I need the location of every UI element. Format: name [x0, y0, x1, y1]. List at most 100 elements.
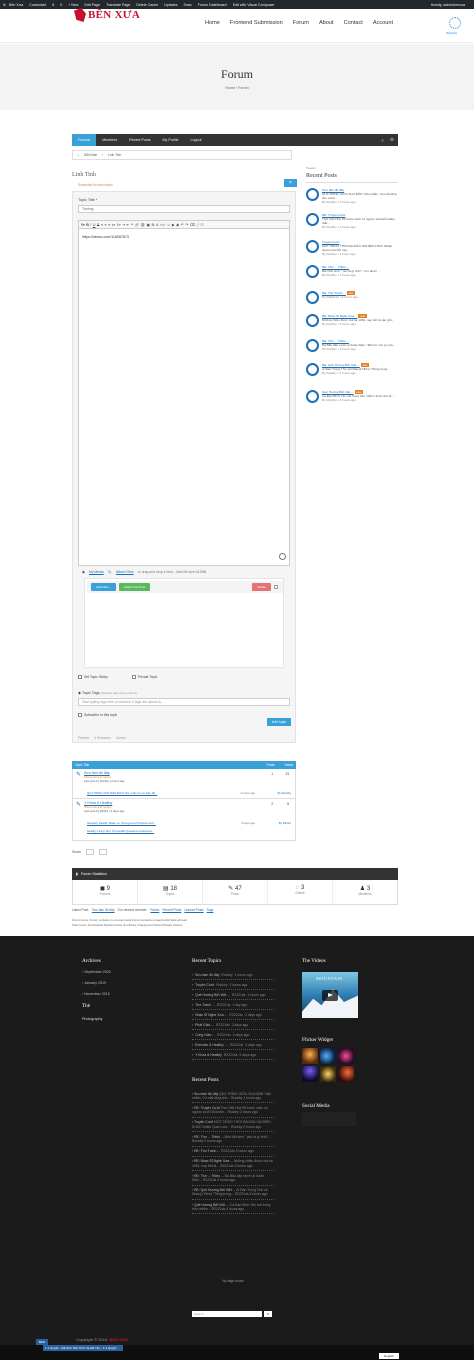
attach-into-post-button[interactable]: Attach Into Post	[119, 583, 151, 591]
footer-topic-item[interactable]: › Quê Hương Bởi Việt ... R2221ds 1 hours ag…	[192, 990, 274, 1000]
flickr-photo[interactable]	[320, 1048, 336, 1064]
attach-files-link[interactable]: Attach Files	[116, 570, 134, 574]
tags-input[interactable]: Start typing tags here (maximum 5 tags a…	[78, 698, 290, 706]
avatar[interactable]	[306, 291, 319, 304]
quote-icon[interactable]: ❝	[131, 223, 133, 227]
recent-post-item[interactable]: Truyện Cười MỘT TIẾNG THỜI ĐẠI ĐÂU NGHIỆN…	[306, 240, 398, 256]
redo-icon[interactable]: ↷	[185, 223, 188, 227]
recent-posts-link[interactable]: Recent Posts	[162, 908, 181, 912]
admin-howdy[interactable]: Howdy, adminbenxua	[431, 3, 465, 7]
play-icon[interactable]	[322, 990, 338, 1001]
nav-contact[interactable]: Contact	[344, 20, 363, 26]
admin-item-new[interactable]: + New	[68, 3, 78, 7]
image-icon[interactable]: ▣	[147, 223, 150, 227]
recent-post-item[interactable]: RE: Nhạc Sĩ Nghe Xưa ... new Những chiều đ…	[306, 314, 398, 327]
topic-reply[interactable]: Glossary Details: Mater vs. Wrong Food C…	[87, 821, 156, 825]
align-center-icon[interactable]: ≡	[104, 223, 106, 227]
emoji-icon[interactable]: ☺	[167, 223, 171, 227]
smiley-icon[interactable]	[279, 553, 286, 560]
admin-item-site[interactable]: ⊛ Bến Xưa	[3, 3, 23, 7]
topic-reply[interactable]: Healthy Living Tips: Top Health Question…	[87, 829, 154, 833]
tab-members[interactable]: Members	[96, 134, 123, 146]
topic-title-input[interactable]: Trường	[78, 205, 290, 213]
footer-post-item[interactable]: › RE: Truyện Cười Thời Việt Hoà 59 bước …	[192, 1103, 274, 1118]
footer-topic-item[interactable]: › Truyện Cười Rockby 2 hours ago	[192, 980, 274, 990]
topic-last-post[interactable]: Last post by Rockby 2 hours ago	[84, 779, 125, 783]
admin-item-visual-composer[interactable]: Edit with Visual Composer	[233, 3, 275, 7]
admin-item-edit-page[interactable]: Edit Page	[85, 3, 101, 7]
tab-recent-posts[interactable]: Recent Posts	[123, 134, 156, 146]
crumb-forum[interactable]: Diễn Đàn	[84, 153, 97, 157]
undo-icon[interactable]: ↶	[181, 223, 184, 227]
footer-topic-item[interactable]: › Phát Giáo ... R2221ds 2 days ago	[192, 1020, 274, 1030]
select-all-checkbox[interactable]	[274, 585, 278, 589]
footer-topic-item[interactable]: › Sưu tầm đồ đấy Rockby 1 hours ago	[192, 970, 274, 980]
cancel-link[interactable]: Cancel	[116, 736, 126, 740]
sticky-checkbox[interactable]: Set Topic Sticky	[78, 675, 108, 679]
site-logo[interactable]: BẾN XƯA	[74, 8, 140, 22]
private-checkbox[interactable]: Private Topic	[132, 675, 157, 679]
video-thumbnail[interactable]: MOUNTAIN	[302, 972, 358, 1018]
add-files-button[interactable]: Add Files...	[91, 583, 117, 591]
avatar[interactable]	[306, 390, 319, 403]
recent-post-item[interactable]: Sưu tầm đồ đấy QUA TRÌNG GIỮA SỰA BÂN "bắ…	[306, 188, 398, 204]
footer-post-item[interactable]: › Truyện Cười MỘT TIẾNG THỜI ĐẠI ĐÂU NGH…	[192, 1118, 274, 1133]
remove-format-icon[interactable]: ⌫	[190, 223, 195, 227]
footer-post-item[interactable]: › RE: Quê Hương Bởi Việt ... Ai Đàn Tron…	[192, 1186, 274, 1201]
reply-by[interactable]: By R2221	[279, 821, 291, 825]
avatar[interactable]	[306, 240, 319, 253]
tags-link[interactable]: Tags	[207, 908, 214, 912]
footer-topic-item[interactable]: › Công Giáo ... R2221ds 2 days ago	[192, 1030, 274, 1040]
flickr-photo[interactable]	[338, 1048, 354, 1064]
search-submit-icon[interactable]: ⌕	[264, 1311, 272, 1317]
bullet-list-icon[interactable]: •≡	[112, 223, 115, 227]
recent-post-item[interactable]: RE: Truyện Cười Thời Việt Hoà 59 bước các…	[306, 213, 398, 229]
admin-item-updates[interactable]: Updates	[164, 3, 177, 7]
admin-item-delete-cache[interactable]: Delete Cache	[136, 3, 158, 7]
search-icon[interactable]: ⌕	[381, 138, 384, 143]
home-icon[interactable]: ⌂	[77, 153, 79, 157]
tab-forums[interactable]: Forums	[72, 134, 97, 146]
footer-post-item[interactable]: › RE: Nhạc Sĩ Nghe Xưa ... Những chiều đ…	[192, 1157, 274, 1172]
recent-post-item[interactable]: RE: Quê Hương Bởi Việt ... new Ai Đàn Tron…	[306, 363, 398, 376]
topic-row[interactable]: ✎ Y Khoa & Healthy Short post and replie…	[72, 799, 296, 841]
close-form-button[interactable]: ×	[284, 179, 297, 187]
number-list-icon[interactable]: 1≡	[117, 223, 121, 227]
avatar[interactable]	[306, 314, 319, 327]
avatar[interactable]	[306, 188, 319, 201]
admin-item-updates-count[interactable]: 0	[60, 3, 62, 7]
settings-icon[interactable]: ⚙	[390, 137, 394, 143]
unlink-icon[interactable]: ⛓	[141, 223, 146, 227]
avatar[interactable]	[306, 363, 319, 376]
archive-link[interactable]: › September 2020	[82, 970, 172, 974]
strikethrough-icon[interactable]: S	[97, 223, 99, 227]
flickr-photo[interactable]	[338, 1066, 354, 1082]
footer-topic-item[interactable]: › Nhạc Sĩ Nghe Xưa ... R2221ds 2 days ago	[192, 1010, 274, 1020]
footer-topic-item[interactable]: › Y Khoa & Healthy R2221ds 5 days ago	[192, 1050, 274, 1060]
topic-row[interactable]: ✎ Sưu tầm đồ đấy Short post and replies …	[72, 769, 296, 799]
facebook-share-icon[interactable]	[99, 849, 108, 855]
twitter-share-icon[interactable]	[86, 849, 95, 855]
search-input[interactable]: Search ...	[192, 1311, 262, 1317]
preview-link[interactable]: Preview	[78, 736, 89, 740]
footer-post-item[interactable]: › Quê Hương Bởi Việt ... Ca Đàn Bình Yên…	[192, 1200, 274, 1215]
nav-forum[interactable]: Forum	[293, 20, 309, 26]
admin-item-comments[interactable]: 8	[52, 3, 54, 7]
tab-my-profile[interactable]: My Profile	[157, 134, 185, 146]
topic-last-post[interactable]: Last post by R2221 • 2 days ago	[84, 809, 124, 813]
admin-item-snax[interactable]: Snax	[184, 3, 192, 7]
delete-button[interactable]: Delete	[252, 583, 271, 591]
code-icon[interactable]: </>	[160, 223, 165, 227]
fullscreen-icon[interactable]: ⤢	[196, 223, 199, 227]
add-topic-button[interactable]: Add topic	[267, 718, 291, 726]
align-right-icon[interactable]: ≡	[108, 223, 110, 227]
admin-item-forum-dashboard[interactable]: Forum Dashboard	[198, 3, 227, 7]
archive-link[interactable]: › January 2019	[82, 981, 172, 985]
footer-topic-item[interactable]: › Thơ Tranh ... R2221ds 1 day ago	[192, 1000, 274, 1010]
post-editor[interactable]: https://vimeo.com/118087673	[78, 229, 290, 566]
footer-post-item[interactable]: › RE: Thơ Tranh ... R2221ds 3 hours ago	[192, 1147, 274, 1157]
flickr-photo[interactable]	[320, 1066, 336, 1082]
reply-by[interactable]: By Rockby	[278, 791, 291, 795]
link-icon[interactable]: 🔗	[135, 223, 139, 227]
subscribe-link[interactable]: Subscribe for new topics	[78, 183, 113, 187]
